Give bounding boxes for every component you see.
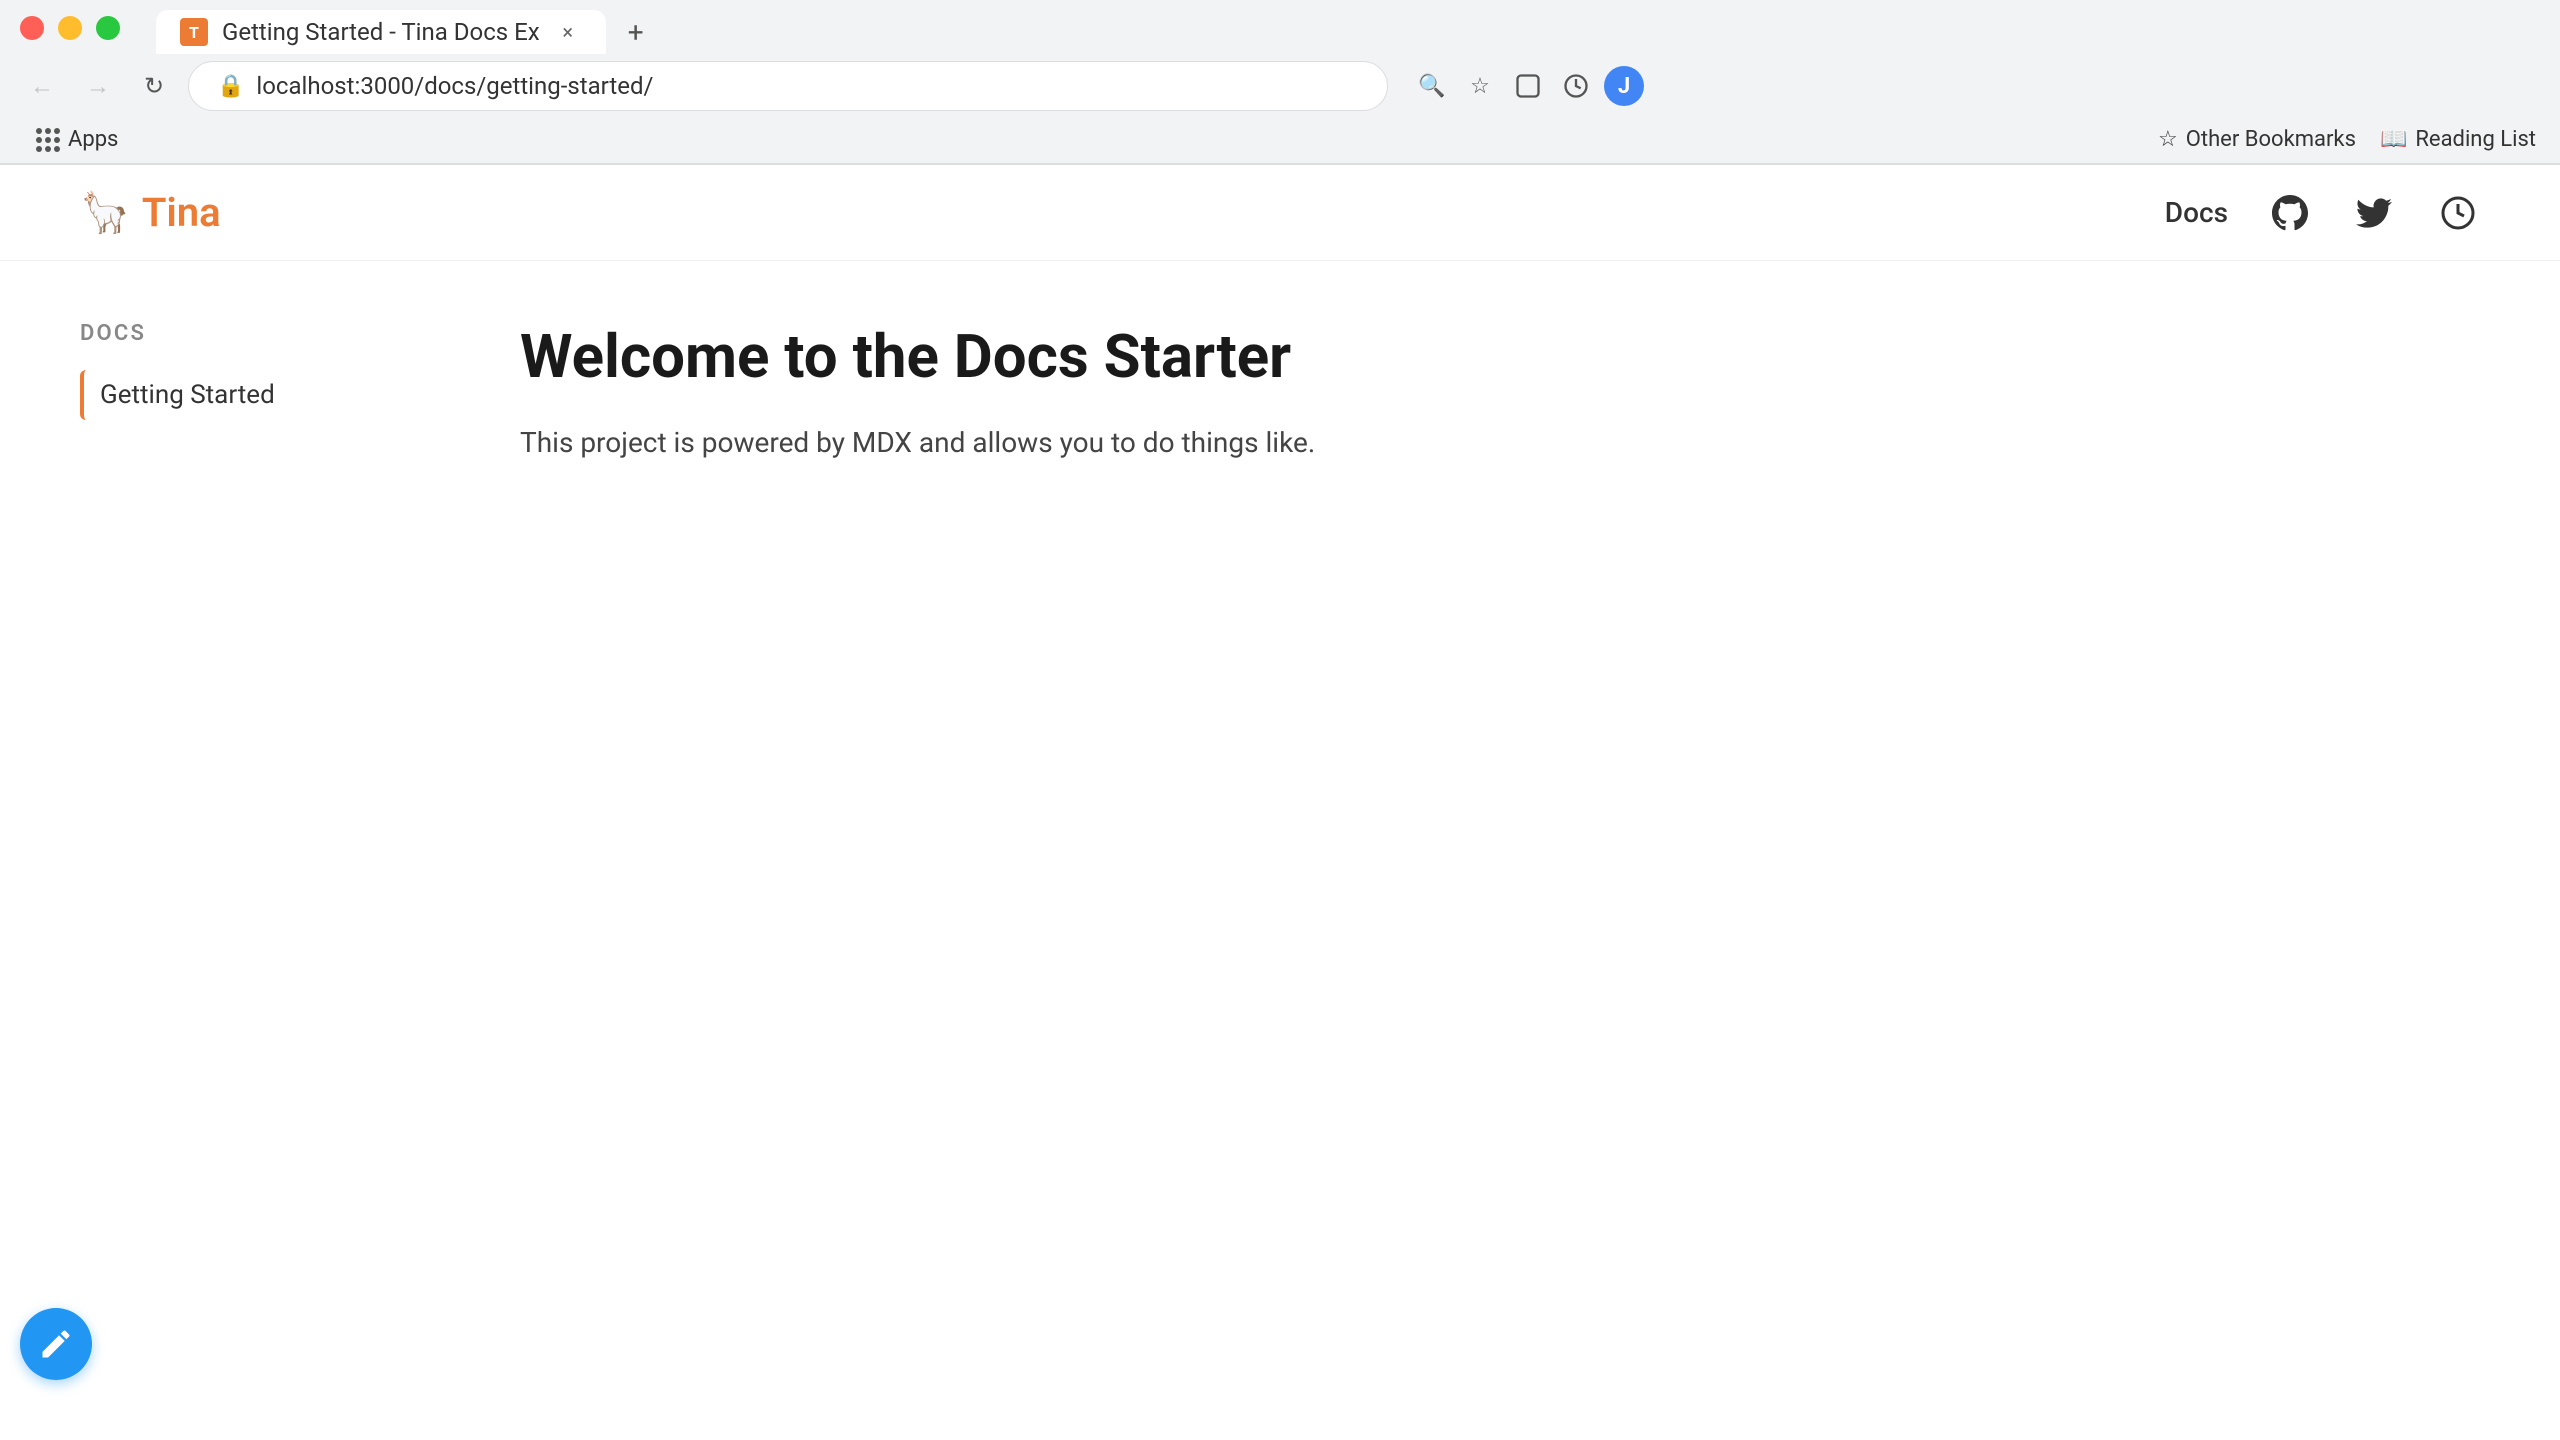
extension2-icon[interactable] [1556, 66, 1596, 106]
star-icon[interactable]: ☆ [1460, 66, 1500, 106]
docs-nav-link[interactable]: Docs [2165, 196, 2228, 229]
browser-chrome: T Getting Started - Tina Docs Ex × + ← →… [0, 0, 2560, 165]
bookmarks-bar: Apps ☆ Other Bookmarks 📖 Reading List [0, 116, 2560, 164]
site-name: Tina [142, 189, 221, 236]
apps-label: Apps [68, 127, 118, 152]
sidebar: DOCS Getting Started [80, 321, 480, 466]
back-button[interactable]: ← [20, 64, 64, 108]
reading-list-label: Reading List [2415, 127, 2536, 152]
maximize-button[interactable] [96, 16, 120, 40]
sidebar-item-label: Getting Started [100, 380, 275, 410]
llama-icon: 🦙 [80, 189, 130, 236]
tab-title: Getting Started - Tina Docs Ex [222, 18, 540, 46]
window-controls [20, 16, 120, 40]
minimize-button[interactable] [58, 16, 82, 40]
site-header: 🦙 Tina Docs [0, 165, 2560, 261]
close-button[interactable] [20, 16, 44, 40]
github-nav-icon[interactable] [2268, 191, 2312, 235]
main-content: Welcome to the Docs Starter This project… [480, 321, 2120, 466]
bookmarks-icon: ☆ [2158, 127, 2178, 152]
sidebar-item-getting-started[interactable]: Getting Started [80, 370, 420, 420]
title-bar: T Getting Started - Tina Docs Ex × + [0, 0, 2560, 56]
tab-favicon: T [180, 18, 208, 46]
zoom-icon[interactable]: 🔍 [1412, 66, 1452, 106]
site-logo[interactable]: 🦙 Tina [80, 189, 221, 236]
apps-button[interactable]: Apps [24, 121, 130, 158]
other-bookmarks-item[interactable]: ☆ Other Bookmarks [2158, 127, 2356, 152]
edit-icon [38, 1326, 74, 1362]
tina-edit-button[interactable] [20, 1308, 92, 1380]
bookmarks-right: ☆ Other Bookmarks 📖 Reading List [2158, 127, 2536, 152]
theme-toggle-icon[interactable] [2436, 191, 2480, 235]
new-tab-button[interactable]: + [614, 10, 658, 54]
tab-close-button[interactable]: × [554, 18, 582, 46]
page-title: Welcome to the Docs Starter [520, 321, 2120, 393]
twitter-nav-icon[interactable] [2352, 191, 2396, 235]
address-input[interactable]: 🔒 localhost:3000/docs/getting-started/ [188, 61, 1388, 111]
address-bar-row: ← → ↻ 🔒 localhost:3000/docs/getting-star… [0, 56, 2560, 116]
page-description: This project is powered by MDX and allow… [520, 421, 2120, 466]
url-text: localhost:3000/docs/getting-started/ [256, 72, 653, 100]
reading-list-icon: 📖 [2380, 127, 2407, 152]
apps-grid-icon [36, 128, 60, 152]
profile-button[interactable]: J [1604, 66, 1644, 106]
forward-button[interactable]: → [76, 64, 120, 108]
site-nav: Docs [2165, 191, 2480, 235]
sidebar-section-title: DOCS [80, 321, 420, 346]
toolbar-icons: 🔍 ☆ J [1412, 66, 1644, 106]
site-content: DOCS Getting Started Welcome to the Docs… [0, 261, 2200, 526]
refresh-button[interactable]: ↻ [132, 64, 176, 108]
tabs-bar: T Getting Started - Tina Docs Ex × + [136, 2, 678, 54]
reading-list-item[interactable]: 📖 Reading List [2380, 127, 2536, 152]
extension1-icon[interactable] [1508, 66, 1548, 106]
website: 🦙 Tina Docs [0, 165, 2560, 526]
active-tab[interactable]: T Getting Started - Tina Docs Ex × [156, 10, 606, 54]
lock-icon: 🔒 [217, 74, 244, 99]
other-bookmarks-label: Other Bookmarks [2186, 127, 2356, 152]
